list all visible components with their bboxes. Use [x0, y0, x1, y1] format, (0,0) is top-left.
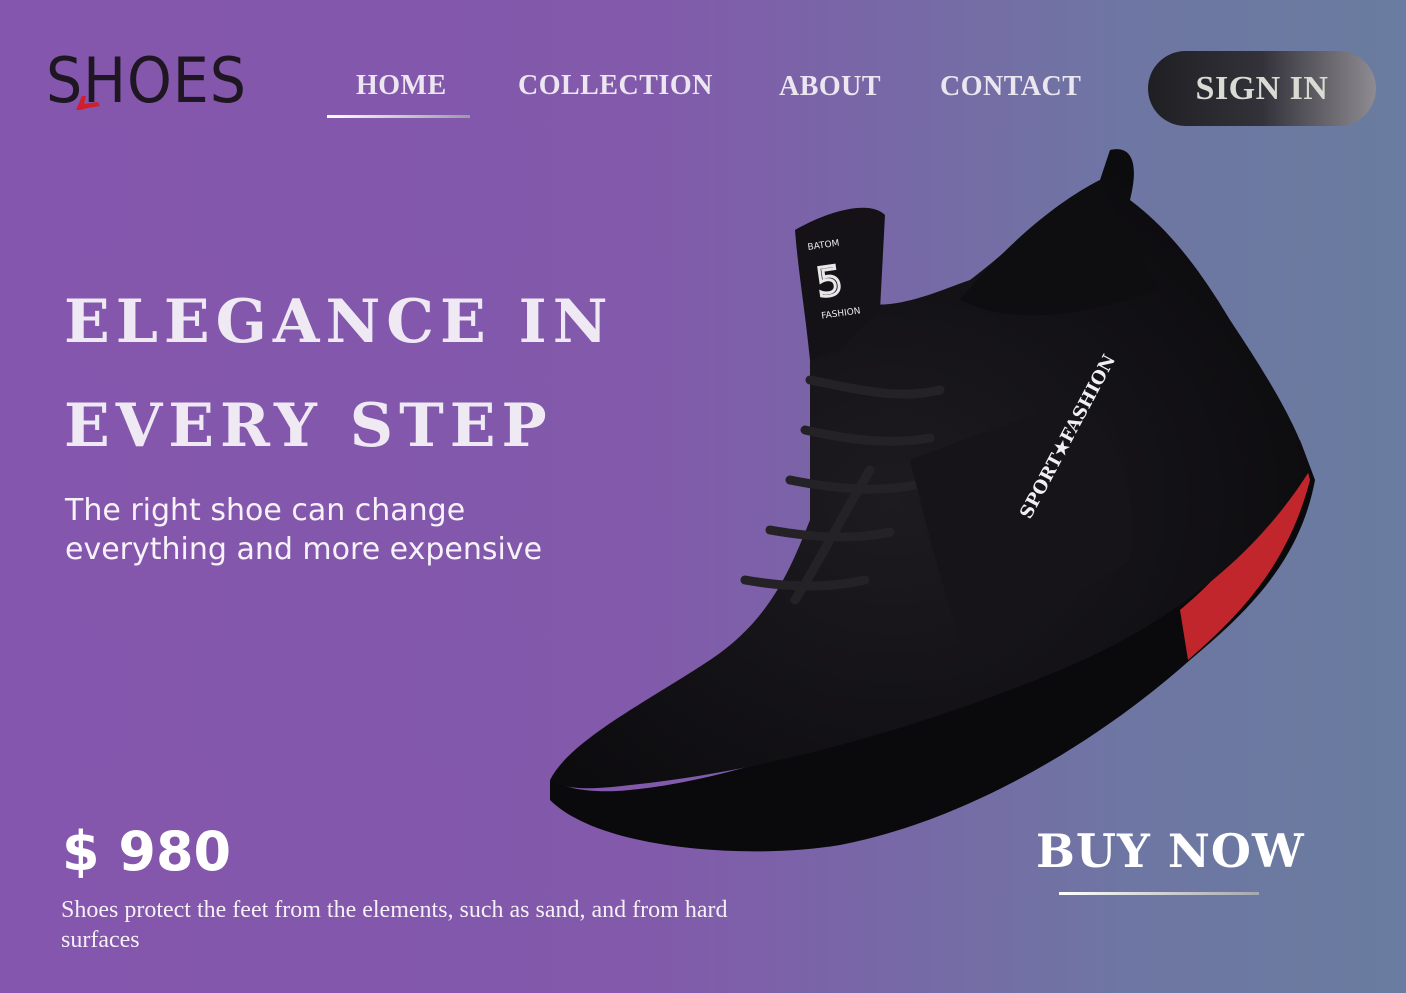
hero-title-line2: EVERY STEP: [64, 391, 553, 461]
product-price: $ 980: [62, 820, 232, 883]
sneaker-image: BATOM 5 FASHION SPORT★FASHION: [550, 149, 1315, 852]
nav-collection[interactable]: COLLECTION: [518, 70, 713, 102]
buy-now-button[interactable]: BUY NOW: [1036, 824, 1305, 878]
nav-contact[interactable]: CONTACT: [940, 71, 1081, 103]
hero-title-line1: ELEGANCE IN: [64, 287, 614, 357]
high-heel-icon: [76, 96, 100, 110]
buy-now-underline: [1059, 892, 1259, 895]
brand-logo[interactable]: SHOES: [46, 46, 278, 116]
nav-home[interactable]: HOME: [356, 70, 447, 102]
sign-in-button[interactable]: SIGN IN: [1148, 51, 1376, 126]
active-nav-indicator: [327, 115, 470, 118]
product-description: Shoes protect the feet from the elements…: [61, 897, 728, 953]
hero-title: ELEGANCE IN EVERY STEP: [64, 270, 614, 478]
nav-about[interactable]: ABOUT: [779, 71, 881, 103]
